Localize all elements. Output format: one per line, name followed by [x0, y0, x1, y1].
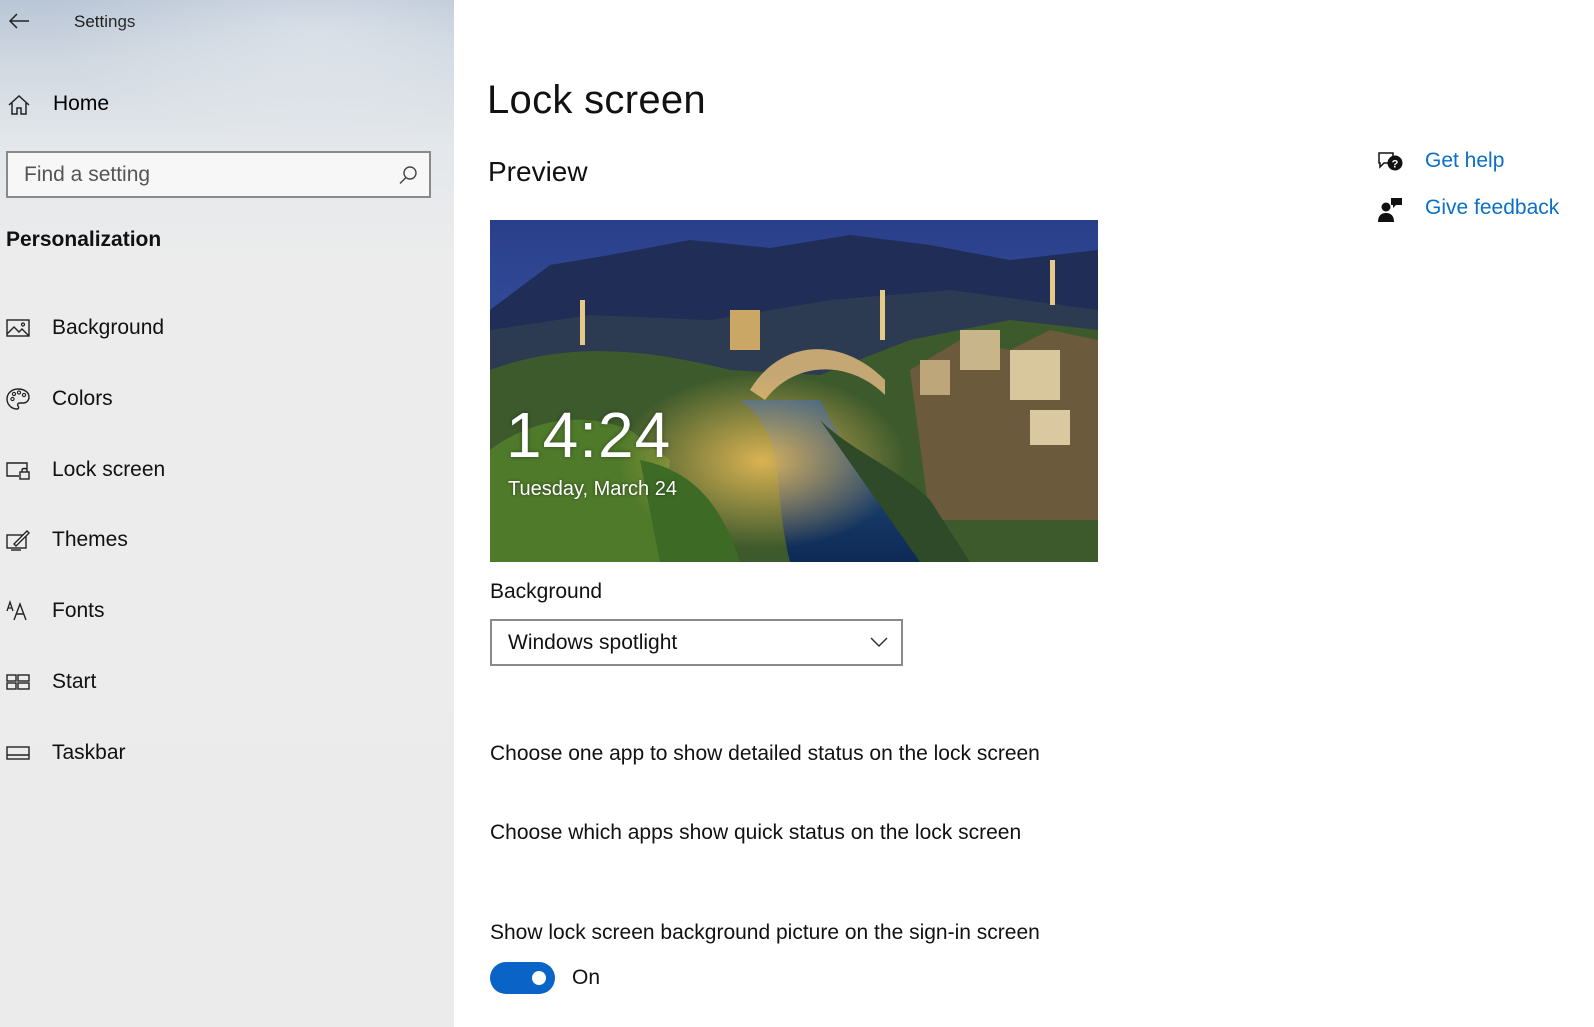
- palette-icon: [6, 388, 30, 410]
- detailed-status-app-setting[interactable]: Choose one app to show detailed status o…: [490, 742, 1040, 766]
- signin-background-label: Show lock screen background picture on t…: [490, 921, 1040, 944]
- feedback-person-icon: [1378, 198, 1402, 222]
- taskbar-icon: [6, 746, 30, 760]
- search-box: [6, 151, 431, 198]
- background-label: Background: [490, 580, 603, 603]
- background-dropdown-value: Windows spotlight: [508, 631, 678, 654]
- signin-background-toggle[interactable]: [490, 962, 555, 994]
- sidebar-item-background[interactable]: Background: [0, 293, 454, 364]
- background-dropdown[interactable]: Windows spotlight: [490, 619, 903, 666]
- sidebar-item-start[interactable]: Start: [0, 647, 454, 718]
- sidebar-item-taskbar[interactable]: Taskbar: [0, 718, 454, 789]
- sidebar-item-label: Taskbar: [52, 740, 126, 764]
- section-title: Personalization: [6, 228, 162, 251]
- sidebar-item-label: Lock screen: [52, 457, 166, 481]
- back-button[interactable]: [6, 8, 32, 34]
- sidebar-item-lock-screen[interactable]: Lock screen: [0, 435, 454, 506]
- sidebar: Settings Home Personalization Background: [0, 0, 454, 1027]
- help-chat-icon: ?: [1378, 152, 1403, 171]
- toggle-state-label: On: [572, 966, 601, 989]
- quick-status-apps-setting[interactable]: Choose which apps show quick status on t…: [490, 821, 1021, 845]
- themes-brush-icon: [6, 530, 30, 552]
- sidebar-item-label: Fonts: [52, 599, 105, 623]
- back-arrow-icon: [8, 13, 29, 29]
- picture-icon: [6, 319, 30, 337]
- title-bar: Settings: [0, 0, 454, 44]
- preview-heading: Preview: [488, 156, 588, 187]
- toggle-knob: [532, 971, 546, 985]
- sidebar-item-colors[interactable]: Colors: [0, 364, 454, 435]
- sidebar-item-label: Themes: [52, 528, 128, 552]
- search-input[interactable]: [8, 153, 378, 196]
- app-title: Settings: [74, 12, 136, 31]
- preview-landscape-image: [490, 220, 1098, 562]
- lock-screen-preview: 14:24 Tuesday, March 24: [490, 220, 1098, 562]
- page-title: Lock screen: [487, 78, 706, 122]
- home-nav-item[interactable]: Home: [0, 84, 454, 124]
- start-tiles-icon: [6, 674, 30, 690]
- sidebar-item-themes[interactable]: Themes: [0, 505, 454, 576]
- sidebar-nav: Background Colors Lock screen Themes Fon…: [0, 293, 454, 789]
- home-label: Home: [53, 92, 110, 115]
- chevron-down-icon: [870, 637, 888, 648]
- sidebar-item-fonts[interactable]: Fonts: [0, 576, 454, 647]
- preview-date: Tuesday, March 24: [508, 478, 677, 500]
- svg-text:?: ?: [1392, 159, 1399, 171]
- fonts-icon: [6, 600, 27, 621]
- sidebar-item-label: Start: [52, 669, 97, 693]
- preview-clock: 14:24: [506, 399, 672, 471]
- signin-background-toggle-row: On: [490, 962, 600, 994]
- home-icon: [8, 94, 30, 115]
- sidebar-item-label: Colors: [52, 386, 113, 410]
- give-feedback-label: Give feedback: [1425, 196, 1560, 219]
- lock-screen-icon: [6, 461, 30, 480]
- sidebar-item-label: Background: [52, 316, 165, 339]
- get-help-label: Get help: [1425, 149, 1505, 172]
- search-icon[interactable]: [397, 164, 419, 186]
